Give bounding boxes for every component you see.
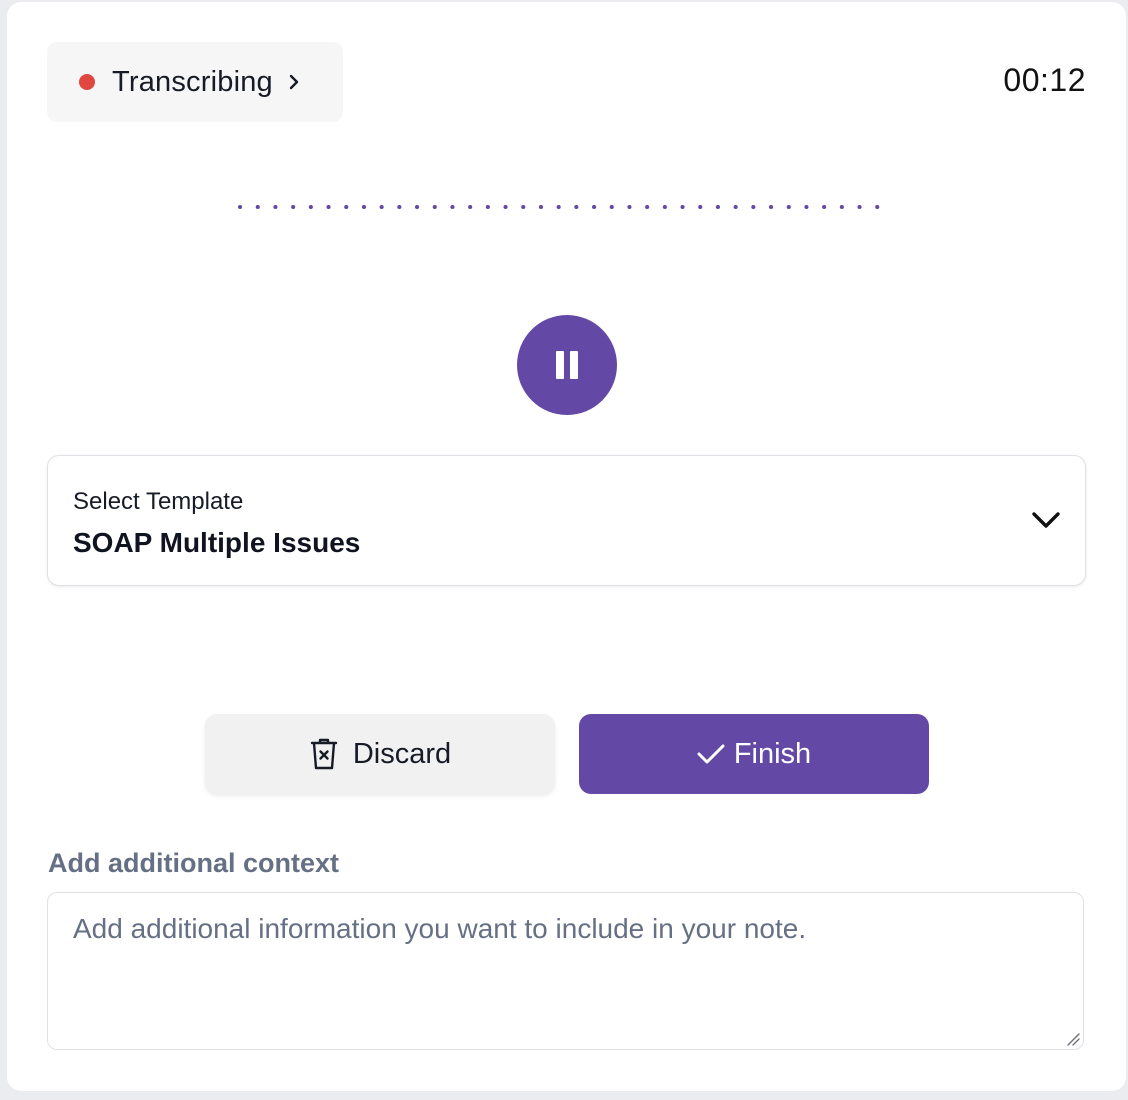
chevron-right-icon <box>287 73 305 91</box>
finish-label: Finish <box>733 737 812 770</box>
recording-panel: Transcribing 00:12 Select Template SOAP … <box>7 2 1126 1091</box>
additional-context-container <box>47 892 1084 1050</box>
status-label: Transcribing <box>112 65 273 98</box>
template-select[interactable]: Select Template SOAP Multiple Issues <box>47 455 1086 586</box>
resize-handle-icon[interactable] <box>1066 1032 1080 1046</box>
pause-icon <box>556 351 578 379</box>
chevron-down-icon <box>1032 512 1060 528</box>
trash-x-icon <box>309 737 339 771</box>
transcribing-status-button[interactable]: Transcribing <box>47 42 343 122</box>
template-selected-value: SOAP Multiple Issues <box>73 527 361 558</box>
discard-label: Discard <box>352 737 452 770</box>
pause-button[interactable] <box>517 315 617 415</box>
check-icon <box>697 743 725 765</box>
finish-button[interactable]: Finish <box>579 714 929 794</box>
recording-timer: 00:12 <box>1003 62 1086 98</box>
audio-waveform <box>238 205 880 209</box>
template-select-label: Select Template <box>73 488 244 515</box>
recording-indicator-dot <box>79 74 95 90</box>
additional-context-textarea[interactable] <box>48 893 1083 1049</box>
discard-button[interactable]: Discard <box>205 714 555 794</box>
additional-context-label: Add additional context <box>48 848 340 878</box>
